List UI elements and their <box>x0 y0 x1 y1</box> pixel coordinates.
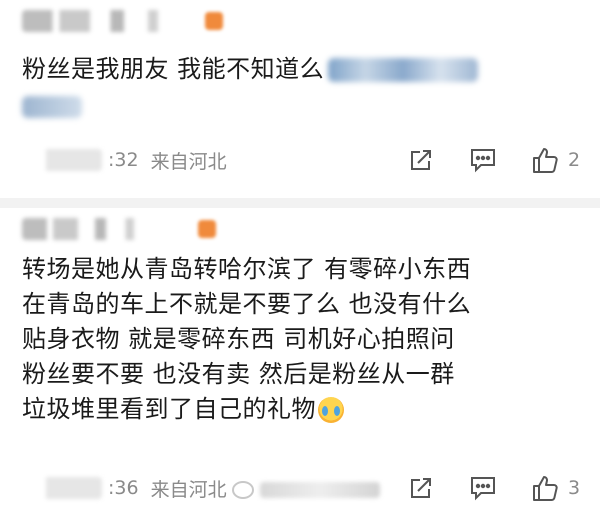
watermark <box>232 478 380 502</box>
crying-face-icon <box>318 397 344 423</box>
timestamp: :36 <box>108 477 139 499</box>
like-button[interactable]: 3 <box>530 473 582 503</box>
comment-text-line: 垃圾堆里看到了自己的礼物 <box>22 395 316 423</box>
comment-text: 转场是她从青岛转哈尔滨了 有零碎小东西 在青岛的车上不就是不要了么 也没有什么 … <box>22 252 582 427</box>
comment-actions: 3 <box>406 472 582 504</box>
comment-text-line-last: 垃圾堆里看到了自己的礼物 <box>22 392 582 427</box>
username-blurred[interactable] <box>22 218 162 240</box>
thumbs-up-icon <box>533 476 558 501</box>
location: 来自河北 <box>150 478 227 501</box>
comment-button[interactable] <box>468 473 498 503</box>
comment-text-line: 转场是她从青岛转哈尔滨了 有零碎小东西 <box>22 255 472 283</box>
watermark-text-blurred <box>260 482 380 498</box>
comment-text-line: 贴身衣物 就是零碎东西 司机好心拍照问 <box>22 325 455 353</box>
timestamp-blurred <box>22 477 102 499</box>
comment-icon <box>471 477 495 501</box>
user-badge-icon <box>198 220 216 238</box>
comment-meta: :36 来自河北 <box>22 473 227 503</box>
comment-text-line: 粉丝要不要 也没有卖 然后是粉丝从一群 <box>22 360 455 388</box>
weibo-logo-icon <box>232 481 254 499</box>
comment-item: 转场是她从青岛转哈尔滨了 有零碎小东西 在青岛的车上不就是不要了么 也没有什么 … <box>0 0 600 520</box>
like-count: 3 <box>568 477 581 499</box>
comment-text-line: 在青岛的车上不就是不要了么 也没有什么 <box>22 290 472 318</box>
share-icon <box>411 478 431 498</box>
share-button[interactable] <box>406 473 436 503</box>
